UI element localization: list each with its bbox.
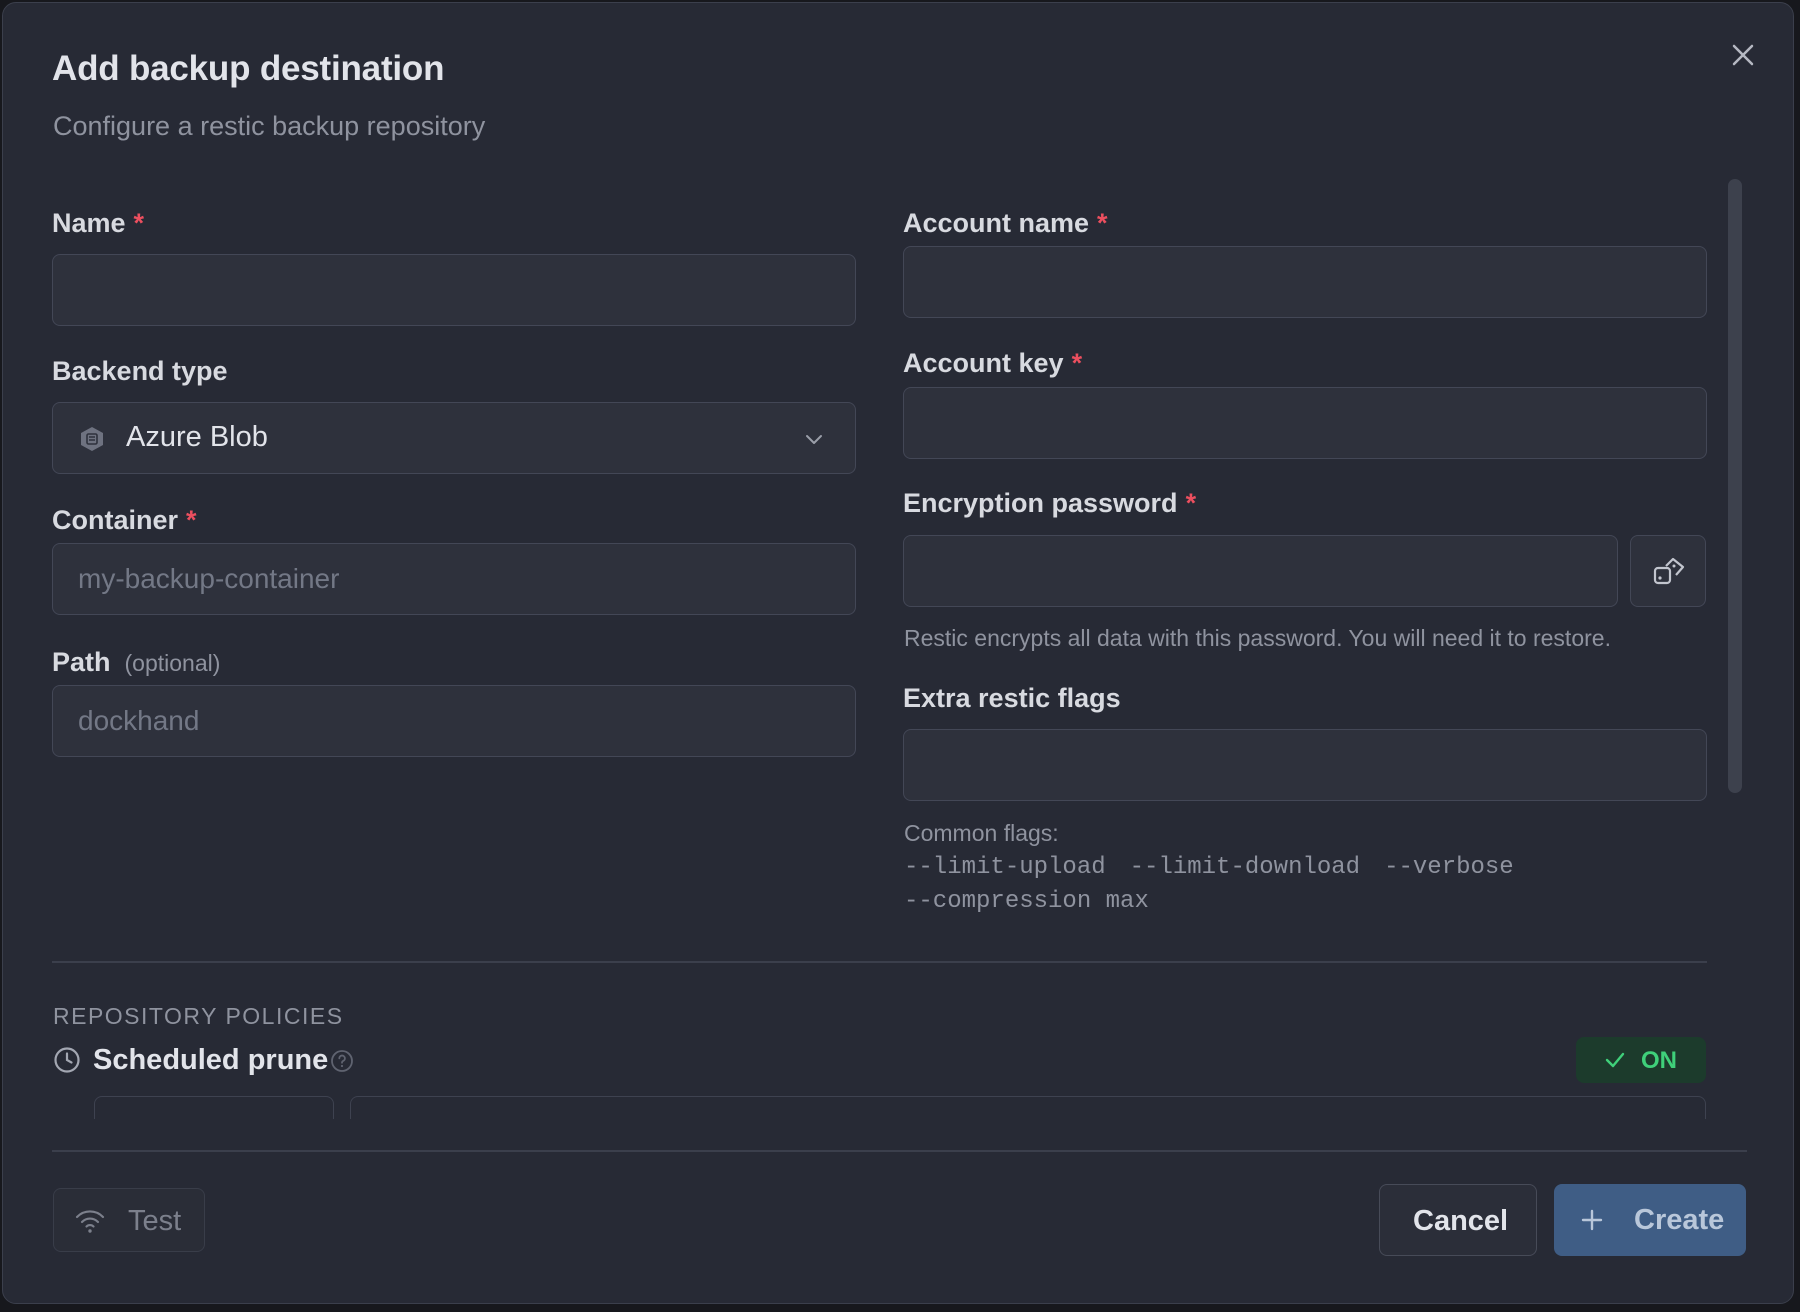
test-label: Test [128,1205,182,1237]
azure-blob-icon [81,427,103,451]
backend-type-select[interactable]: Azure Blob [52,402,856,474]
flag-compression-max: --compression max [904,888,1149,915]
common-flags-row: --limit-upload --limit-download --verbose [904,854,1538,881]
extra-flags-input[interactable] [904,730,1706,800]
close-button[interactable] [1725,37,1761,73]
check-icon [1605,1052,1625,1068]
cancel-button[interactable]: Cancel [1379,1184,1537,1256]
path-label: Path (optional) [52,647,220,678]
close-icon [1732,44,1754,66]
clock-icon [54,1047,80,1073]
required-marker: * [1185,488,1197,518]
path-label-text: Path [52,647,111,677]
container-input[interactable] [53,544,855,614]
path-field[interactable] [52,685,856,757]
wifi-icon [75,1210,105,1233]
account-name-input[interactable] [904,247,1706,317]
required-marker: * [1071,348,1083,378]
dice-icon [1653,557,1685,585]
account-key-field[interactable] [903,387,1707,459]
flag-verbose: --verbose [1384,854,1514,881]
account-name-label-text: Account name [903,208,1090,238]
account-key-input[interactable] [904,388,1706,458]
container-field[interactable] [52,543,856,615]
cancel-label: Cancel [1413,1205,1509,1237]
required-marker: * [133,208,145,238]
backend-type-label: Backend type [52,356,228,386]
extra-flags-label: Extra restic flags [903,683,1121,713]
generate-password-button[interactable] [1630,535,1706,607]
account-name-label: Account name * [903,208,1108,239]
scheduled-prune-toggle[interactable]: ON [1576,1037,1706,1083]
toggle-state: ON [1641,1047,1677,1074]
flag-limit-upload: --limit-upload [904,854,1106,881]
encryption-password-input[interactable] [904,536,1617,606]
help-icon[interactable] [330,1049,354,1073]
account-key-label-text: Account key [903,348,1064,378]
account-key-label: Account key * [903,348,1082,379]
create-button[interactable]: Create [1554,1184,1746,1256]
chevron-down-icon [806,435,822,444]
encryption-password-hint: Restic encrypts all data with this passw… [904,625,1611,651]
footer-divider [52,1150,1747,1152]
name-field[interactable] [52,254,856,326]
name-label: Name * [52,208,144,239]
common-flags-row-2: --compression max [904,888,1149,915]
container-label: Container * [52,505,197,536]
backend-type-value: Azure Blob [126,421,268,453]
flag-limit-download: --limit-download [1129,854,1361,881]
scrollbar-thumb[interactable] [1728,179,1742,793]
scroll-mask [3,1119,1793,1126]
required-marker: * [1097,208,1108,238]
create-label: Create [1634,1204,1725,1236]
test-button[interactable]: Test [53,1188,205,1252]
account-name-field[interactable] [903,246,1707,318]
name-input[interactable] [53,255,855,325]
optional-marker: (optional) [124,650,221,676]
scheduled-prune-label: Scheduled prune [93,1044,329,1076]
required-marker: * [186,505,197,535]
path-input[interactable] [53,686,855,756]
common-flags-label: Common flags: [904,820,1059,846]
name-label-text: Name [52,208,126,238]
repository-policies-heading: REPOSITORY POLICIES [53,1003,344,1029]
extra-flags-field[interactable] [903,729,1707,801]
add-backup-destination-dialog: Add backup destination Configure a resti… [2,2,1794,1304]
plus-icon [1581,1209,1603,1231]
encryption-password-field[interactable] [903,535,1618,607]
dialog-subtitle: Configure a restic backup repository [53,111,486,141]
encryption-password-label-text: Encryption password [903,488,1178,518]
section-divider [52,961,1707,963]
dialog-title: Add backup destination [52,49,445,88]
container-label-text: Container [52,505,179,535]
encryption-password-label: Encryption password * [903,488,1196,519]
